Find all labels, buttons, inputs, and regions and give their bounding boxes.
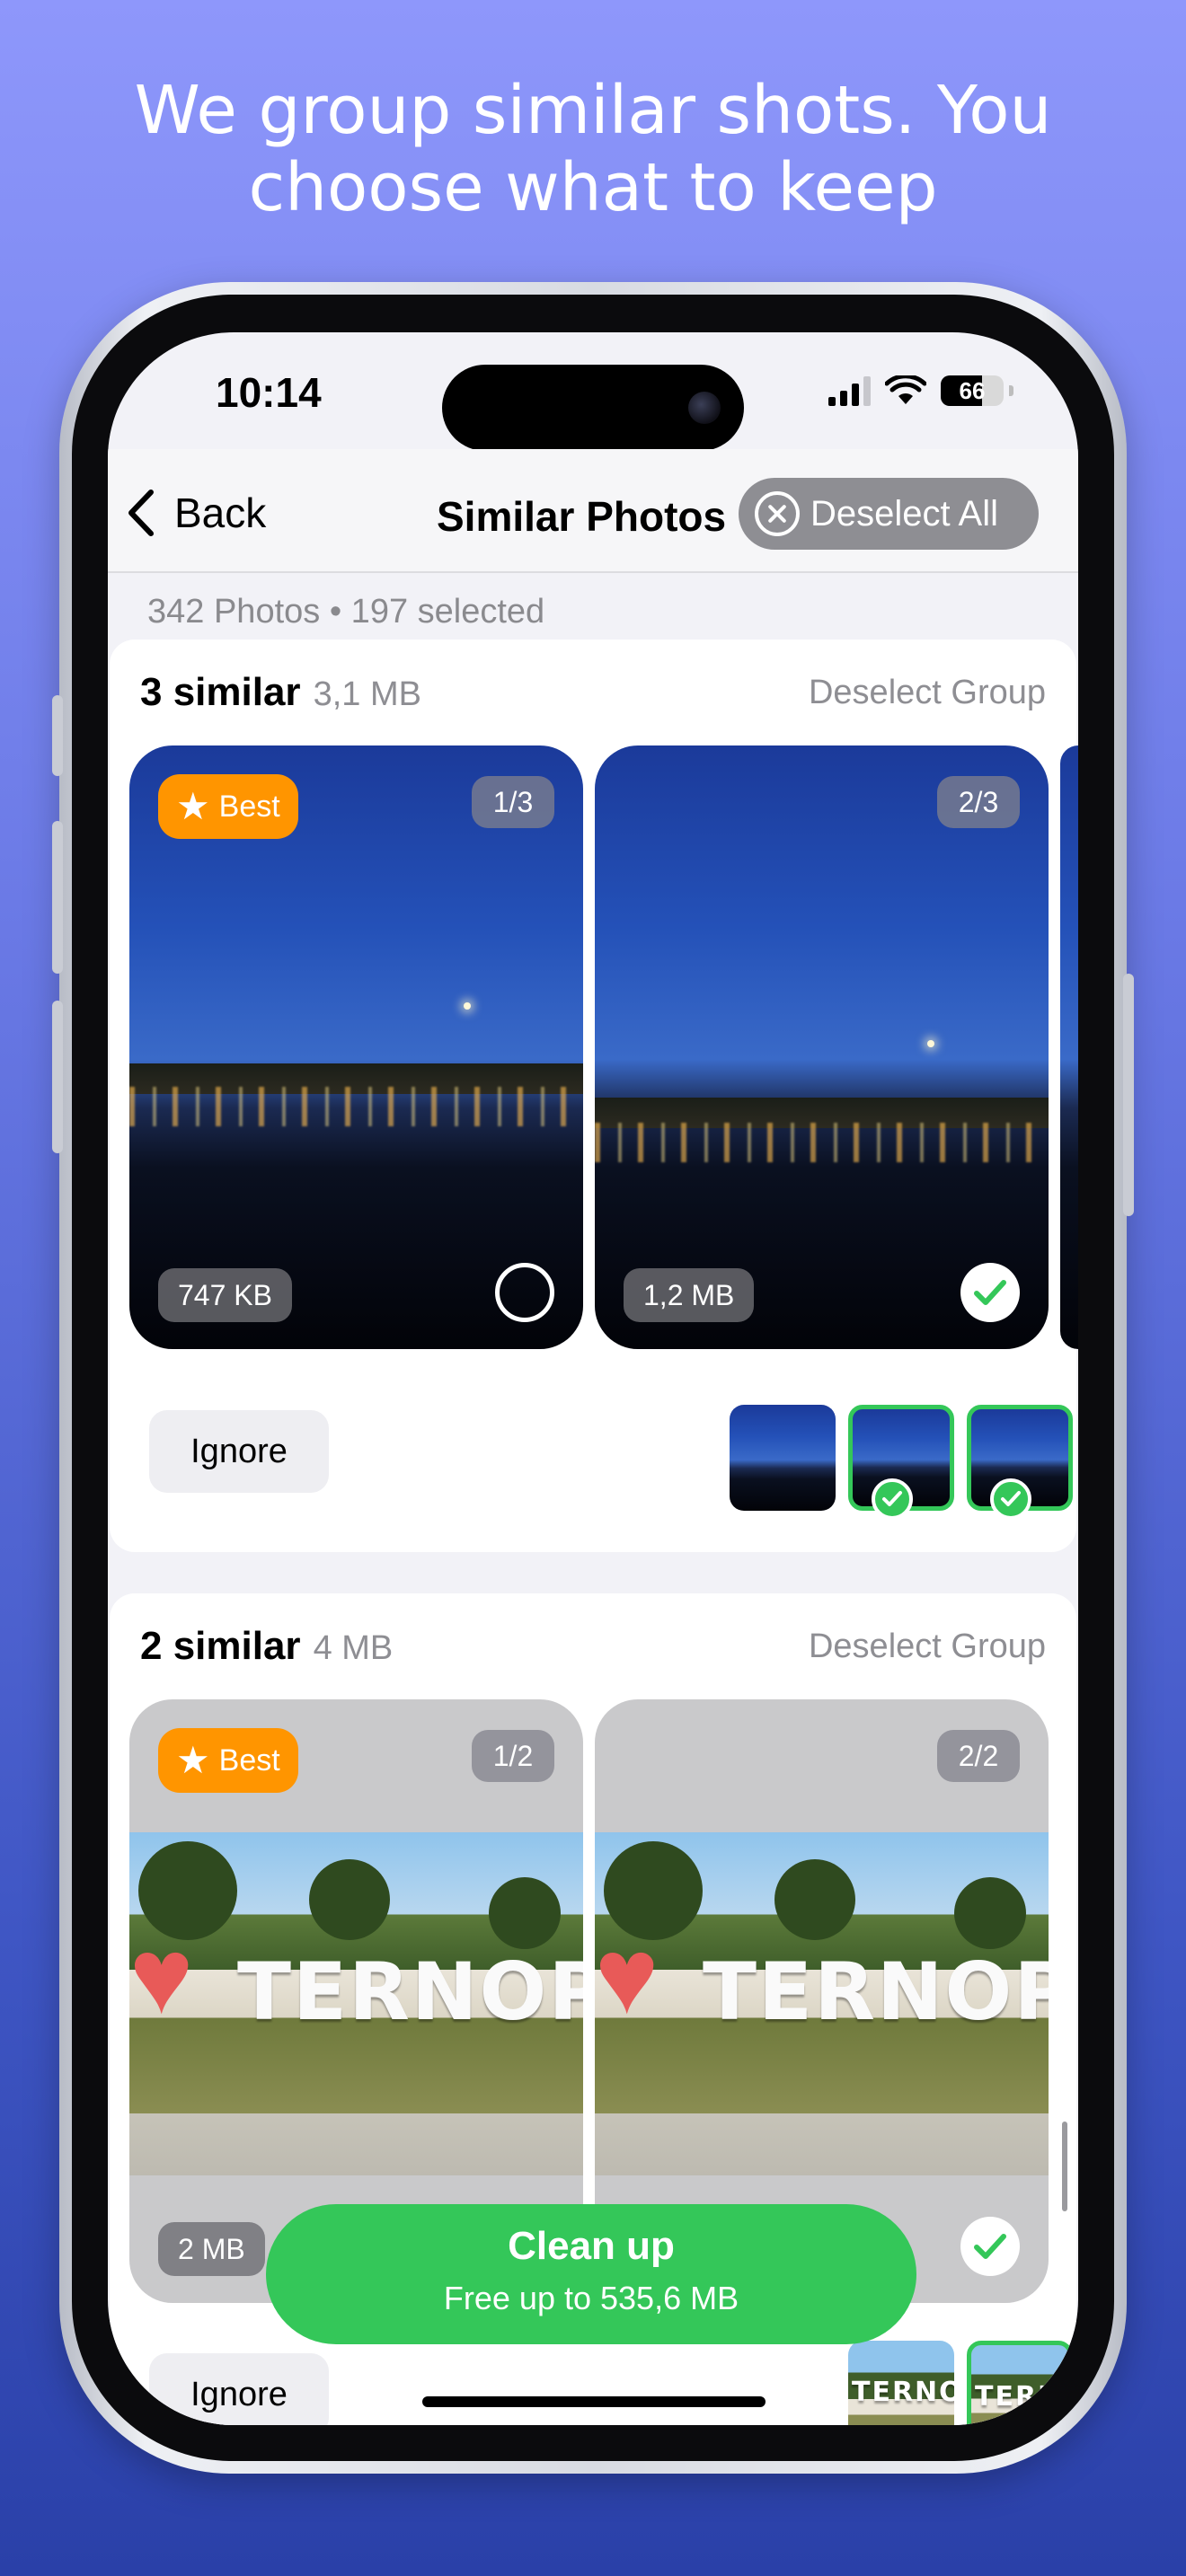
deselect-all-button[interactable]: Deselect All: [739, 478, 1039, 550]
status-icons: 66: [828, 375, 1013, 406]
clean-up-subtitle: Free up to 535,6 MB: [443, 2280, 739, 2316]
checkmark-icon: [974, 1280, 1006, 1305]
star-icon: ★: [176, 785, 210, 827]
group-size: 4 MB: [313, 1629, 394, 1667]
selected-check[interactable]: [960, 2217, 1020, 2276]
home-indicator: [422, 2396, 766, 2407]
checkmark-icon: [974, 2234, 1006, 2259]
selection-summary: 342 Photos • 197 selected: [147, 593, 545, 631]
best-label: Best: [218, 789, 280, 824]
best-badge: ★ Best: [158, 1728, 298, 1793]
photo-index: 2/3: [937, 776, 1020, 828]
power-button: [1123, 974, 1134, 1216]
selected-check[interactable]: [960, 1263, 1020, 1322]
battery-icon: 66: [941, 375, 1004, 406]
photo-card-peek[interactable]: [1060, 745, 1078, 1349]
group-count: 2 similar: [140, 1624, 301, 1668]
page-title: Similar Photos: [437, 493, 727, 540]
scrollbar[interactable]: [1062, 2122, 1067, 2211]
group-title: 2 similar 4 MB: [140, 1624, 393, 1669]
photo-index: 1/3: [472, 776, 554, 828]
group-size: 3,1 MB: [313, 675, 421, 713]
select-circle[interactable]: [495, 1263, 554, 1322]
group-count: 3 similar: [140, 670, 301, 714]
star-icon: ★: [176, 1739, 210, 1781]
navigation-bar: Back Similar Photos Deselect All: [108, 449, 1078, 573]
thumbnail-sign-text: TERNOPIL: [852, 2377, 954, 2408]
group-thumbnail[interactable]: TERNOPIL: [967, 2341, 1073, 2425]
deselect-group-button[interactable]: Deselect Group: [809, 674, 1046, 712]
photo-card[interactable]: 2/3 1,2 MB: [595, 745, 1049, 1349]
thumbnail-check: [990, 1478, 1031, 1520]
mute-switch: [52, 695, 63, 776]
deselect-group-button[interactable]: Deselect Group: [809, 1628, 1046, 1666]
marketing-headline: We group similar shots. You choose what …: [0, 72, 1186, 226]
wifi-icon: [885, 375, 926, 404]
battery-tip: [1009, 385, 1013, 396]
close-circle-icon: [755, 491, 800, 536]
headline-line-1: We group similar shots. You: [134, 72, 1052, 149]
photo-size: 1,2 MB: [624, 1268, 755, 1322]
photo-index: 2/2: [937, 1730, 1020, 1782]
group-title: 3 similar 3,1 MB: [140, 670, 421, 715]
photo-index: 1/2: [472, 1730, 554, 1782]
chevron-left-icon: [128, 490, 154, 536]
sign-text: TERNOPIL: [703, 1945, 1049, 2038]
ignore-button[interactable]: Ignore: [149, 2353, 329, 2425]
sign-text: TERNOPIL: [237, 1945, 583, 2038]
back-button[interactable]: Back: [126, 489, 266, 537]
photo-image: ♥ TERNOPIL: [595, 1832, 1049, 2175]
volume-down-button: [52, 1001, 63, 1153]
best-label: Best: [218, 1742, 280, 1778]
photo-card[interactable]: ★ Best 1/3 747 KB: [129, 745, 583, 1349]
thumbnail-check: [872, 1478, 913, 1520]
deselect-all-label: Deselect All: [810, 493, 998, 534]
photo-size: 747 KB: [158, 1268, 292, 1322]
checkmark-icon: [882, 1491, 902, 1506]
app-screen: 10:14 66 Back Similar Photos Deselect Al…: [108, 332, 1078, 2425]
best-badge: ★ Best: [158, 774, 298, 839]
clean-up-title: Clean up: [508, 2224, 675, 2268]
camera-icon: [688, 392, 721, 424]
group-thumbnail[interactable]: TERNOPIL: [848, 2341, 954, 2425]
signal-icon: [828, 375, 871, 406]
heart-shape: ♥: [129, 1916, 194, 2036]
heart-shape: ♥: [595, 1916, 659, 2036]
group-thumbnail[interactable]: [730, 1405, 836, 1511]
photo-image: ♥ TERNOPIL: [129, 1832, 583, 2175]
checkmark-icon: [1001, 1491, 1021, 1506]
status-time: 10:14: [216, 369, 322, 416]
ignore-button[interactable]: Ignore: [149, 1410, 329, 1493]
similar-group-card: 3 similar 3,1 MB Deselect Group ★ Best 1/3…: [110, 640, 1078, 1552]
thumbnail-sign-text: TERNOPIL: [975, 2381, 1068, 2413]
volume-up-button: [52, 821, 63, 974]
photo-size: 2 MB: [158, 2222, 265, 2276]
dynamic-island: [442, 365, 744, 451]
back-label: Back: [174, 490, 267, 536]
battery-percent: 66: [959, 377, 986, 404]
clean-up-button[interactable]: Clean up Free up to 535,6 MB: [266, 2204, 916, 2344]
headline-line-2: choose what to keep: [248, 149, 938, 226]
